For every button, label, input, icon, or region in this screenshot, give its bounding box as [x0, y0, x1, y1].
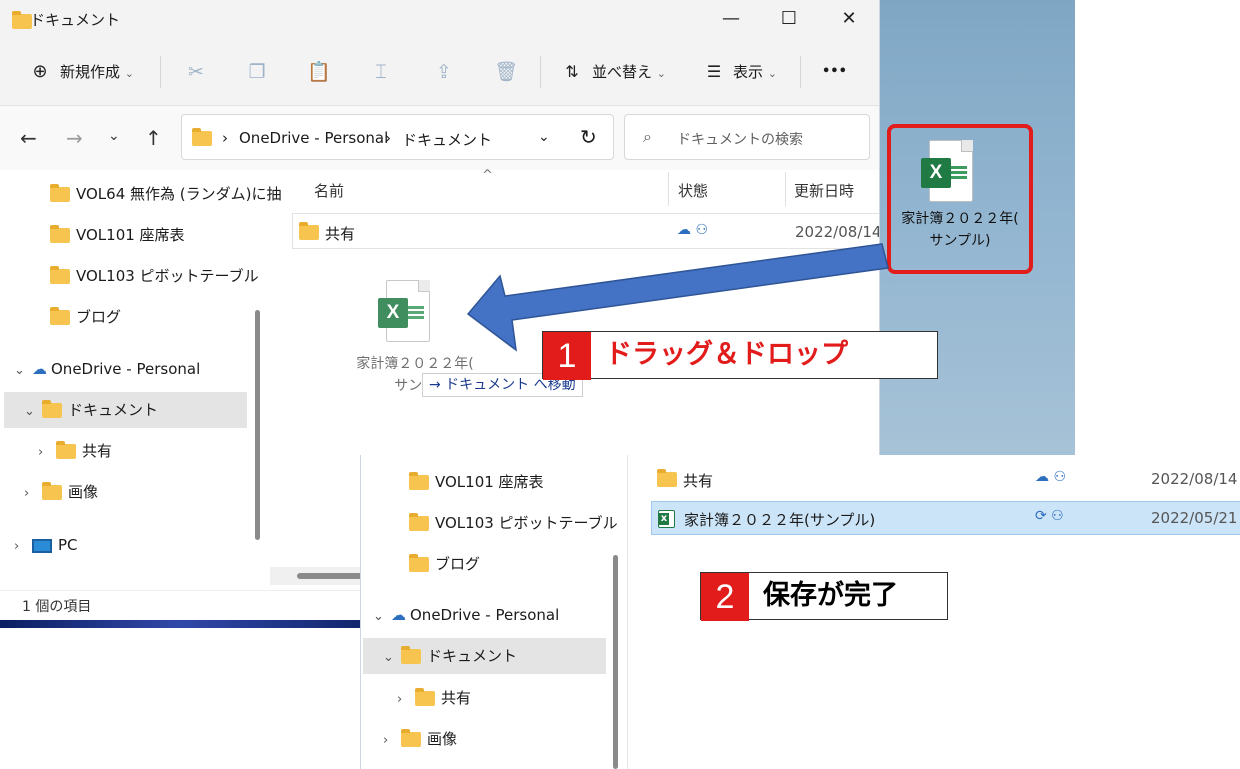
nav-item-vol103[interactable]: VOL103 ピボットテーブル [409, 506, 618, 540]
file-row-kakeibo[interactable]: 家計簿２０２２年(サンプル) ⟳ ⚇ 2022/05/21 [651, 501, 1240, 535]
folder-icon [401, 646, 421, 664]
folder-icon [657, 469, 677, 488]
nav-item-shared[interactable]: › 共有 [397, 681, 471, 715]
step-text: ドラッグ＆ドロップ [605, 339, 848, 370]
file-date: 2022/05/21 [1151, 509, 1238, 527]
chevron-down-icon[interactable]: ⌄ [373, 600, 391, 634]
step-text: 保存が完了 [763, 580, 898, 611]
step-number: 2 [701, 573, 749, 621]
step-2-callout: 2 保存が完了 [700, 572, 948, 621]
nav-item-vol101[interactable]: VOL101 座席表 [409, 465, 544, 499]
folder-icon [415, 688, 435, 706]
chevron-down-icon[interactable]: ⌄ [383, 641, 401, 675]
folder-icon [409, 554, 429, 572]
sync-status-icon: ⟳ ⚇ [1035, 508, 1064, 524]
step-1-callout: 1 ドラッグ＆ドロップ [542, 331, 938, 380]
file-name: 家計簿２０２２年(サンプル) [684, 511, 876, 529]
file-name: 共有 [683, 472, 714, 490]
folder-icon [409, 513, 429, 531]
file-row-shared[interactable]: 共有 ☁ ⚇ 2022/08/14 [651, 462, 1240, 496]
nav-item-blog[interactable]: ブログ [409, 547, 480, 581]
cloud-icon: ☁ [391, 606, 406, 624]
folder-icon [401, 729, 421, 747]
pane-divider [627, 455, 628, 769]
nav-scrollbar[interactable] [613, 555, 618, 769]
nav-item-documents[interactable]: ⌄ ドキュメント [383, 639, 517, 673]
screenshot-canvas: ドキュメント — ☐ ✕ ⊕ 新規作成 ⌄ ✂ ❐ 📋 ⌶ ⇪ 🗑 ⇅ 並べ替え… [0, 0, 1240, 769]
excel-file-icon [658, 509, 675, 528]
step-number: 1 [543, 332, 591, 380]
chevron-right-icon[interactable]: › [397, 683, 415, 717]
nav-item-images[interactable]: › 画像 [383, 722, 457, 756]
nav-item-onedrive[interactable]: ⌄ ☁ OneDrive - Personal [373, 598, 559, 632]
folder-icon [409, 472, 429, 490]
file-date: 2022/08/14 [1151, 470, 1238, 488]
chevron-right-icon[interactable]: › [383, 724, 401, 758]
cloud-status-icon: ☁ ⚇ [1035, 469, 1067, 485]
